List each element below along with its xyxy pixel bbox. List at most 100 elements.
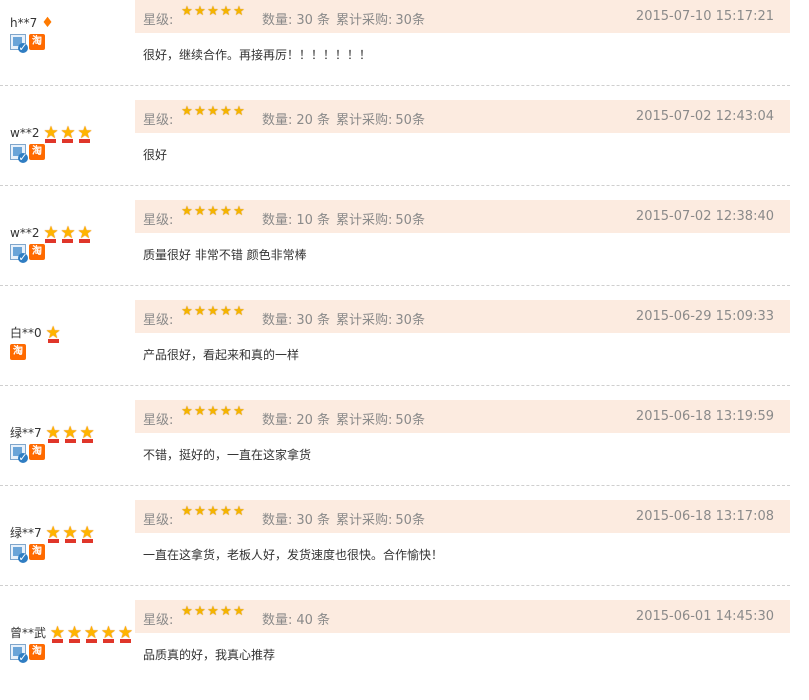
reviewer-badges: 淘 bbox=[10, 644, 135, 663]
star-rating-label: 星级: bbox=[143, 413, 174, 428]
quantity-unit: 条 bbox=[316, 313, 330, 328]
reviewer-name-row: 白**0 ★ bbox=[10, 323, 135, 343]
review-divider bbox=[0, 485, 790, 486]
credit-rank-icons: ★ ★ ★ ★ ★ bbox=[49, 622, 134, 643]
star-rating-label: 星级: bbox=[143, 13, 174, 28]
tao-icon[interactable]: 淘 bbox=[10, 344, 26, 360]
star-rating: ★ ★ ★ ★ ★ bbox=[181, 104, 246, 119]
rating-star-icon: ★ bbox=[207, 104, 219, 119]
reviewer-name[interactable]: h**7 bbox=[10, 13, 37, 33]
cumulative-value: 50 bbox=[395, 513, 412, 528]
tao-icon[interactable]: 淘 bbox=[29, 244, 45, 260]
verify-icon[interactable] bbox=[10, 144, 28, 163]
cumulative-value: 50 bbox=[395, 213, 412, 228]
reviewer-name[interactable]: w**2 bbox=[10, 123, 39, 143]
reviewer-name[interactable]: w**2 bbox=[10, 223, 39, 243]
star-rating-label: 星级: bbox=[143, 113, 174, 128]
star-rating: ★ ★ ★ ★ ★ bbox=[181, 204, 246, 219]
review-content: 产品很好，看起来和真的一样 bbox=[143, 348, 300, 362]
reviewer-info: w**2★★★淘 bbox=[10, 222, 135, 263]
quantity-label: 数量: bbox=[262, 213, 293, 228]
verify-icon[interactable] bbox=[10, 644, 28, 663]
review-timestamp: 2015-06-18 13:19:59 bbox=[635, 409, 774, 424]
quantity-info: 数量: 20 条 bbox=[262, 409, 330, 428]
quantity-label: 数量: bbox=[262, 113, 293, 128]
star-rating: ★ ★ ★ ★ ★ bbox=[181, 604, 246, 619]
reviewer-info: w**2★★★淘 bbox=[10, 123, 135, 163]
reviewer-name[interactable]: 曾**武 bbox=[10, 623, 46, 643]
tao-icon[interactable]: 淘 bbox=[29, 544, 45, 560]
quantity-label: 数量: bbox=[262, 13, 293, 28]
review-meta-bar: 星级: ★ ★ ★ ★ ★ 数量: 20 条累计采购: 50条 2015-07-02 12:43:0… bbox=[135, 100, 790, 133]
diamond-icon: ♦ bbox=[41, 15, 54, 31]
cumulative-value: 50 bbox=[395, 413, 412, 428]
tao-icon[interactable]: 淘 bbox=[29, 644, 45, 660]
rating-star-icon: ★ bbox=[181, 204, 193, 219]
quantity-unit: 条 bbox=[316, 613, 330, 628]
rating-star-icon: ★ bbox=[207, 4, 219, 19]
rating-star-icon: ★ bbox=[233, 304, 245, 319]
review-timestamp: 2015-06-29 15:09:33 bbox=[635, 309, 774, 324]
review-meta-bar: 星级: ★ ★ ★ ★ ★ 数量: 10 条累计采购: 50条 2015-07-02 12:38:4… bbox=[135, 200, 790, 233]
tao-icon[interactable]: 淘 bbox=[29, 144, 45, 160]
cumulative-label: 累计采购: bbox=[336, 513, 393, 528]
star-medal-icon: ★ bbox=[77, 222, 93, 243]
star-medal-icon: ★ bbox=[62, 422, 78, 443]
tao-icon[interactable]: 淘 bbox=[29, 444, 45, 460]
reviewer-badges: 淘 bbox=[10, 34, 135, 53]
cumulative-label: 累计采购: bbox=[336, 13, 393, 28]
reviewer-name[interactable]: 绿**7 bbox=[10, 423, 42, 443]
quantity-info: 数量: 30 条 bbox=[262, 309, 330, 328]
rating-star-icon: ★ bbox=[194, 204, 206, 219]
cumulative-unit: 条 bbox=[411, 313, 425, 328]
reviewer-name[interactable]: 白**0 bbox=[10, 323, 42, 343]
reviewer-badges: 淘 bbox=[10, 244, 135, 263]
rating-star-icon: ★ bbox=[194, 304, 206, 319]
verify-icon[interactable] bbox=[10, 544, 28, 563]
verify-icon[interactable] bbox=[10, 244, 28, 263]
review-timestamp: 2015-07-10 15:17:21 bbox=[635, 9, 774, 24]
verify-icon[interactable] bbox=[10, 444, 28, 463]
cumulative-unit: 条 bbox=[411, 213, 425, 228]
reviewer-badges: 淘 bbox=[10, 444, 135, 463]
rating-star-icon: ★ bbox=[207, 504, 219, 519]
rating-star-icon: ★ bbox=[220, 604, 232, 619]
rating-star-icon: ★ bbox=[233, 504, 245, 519]
credit-rank-icons: ★ ★ ★ bbox=[42, 124, 93, 143]
reviewer-info: 曾**武★★★★★淘 bbox=[10, 622, 135, 663]
rating-star-icon: ★ bbox=[194, 104, 206, 119]
star-rating-label: 星级: bbox=[143, 613, 174, 628]
star-medal-icon: ★ bbox=[45, 322, 61, 343]
star-rating-label: 星级: bbox=[143, 213, 174, 228]
review-divider bbox=[0, 185, 790, 186]
review-content: 不错，挺好的，一直在这家拿货 bbox=[143, 448, 312, 462]
quantity-label: 数量: bbox=[262, 313, 293, 328]
rating-star-icon: ★ bbox=[181, 104, 193, 119]
cumulative-purchase-info: 累计采购: 50条 bbox=[336, 409, 425, 428]
rating-star-icon: ★ bbox=[194, 404, 206, 419]
cumulative-value: 30 bbox=[395, 13, 412, 28]
quantity-info: 数量: 40 条 bbox=[262, 609, 330, 628]
reviewer-name[interactable]: 绿**7 bbox=[10, 523, 42, 543]
quantity-label: 数量: bbox=[262, 513, 293, 528]
verify-icon[interactable] bbox=[10, 34, 28, 53]
rating-star-icon: ★ bbox=[181, 604, 193, 619]
quantity-value: 20 bbox=[296, 113, 313, 128]
review-content: 很好，继续合作。再接再厉！！！！！！！ bbox=[143, 48, 372, 62]
rating-star-icon: ★ bbox=[233, 604, 245, 619]
review-item: 绿**7★★★淘星级:★★★★★数量:20条累计采购:50条2015-06-18… bbox=[0, 400, 809, 500]
star-medal-icon: ★ bbox=[117, 622, 134, 643]
quantity-info: 数量: 20 条 bbox=[262, 109, 330, 128]
rating-star-icon: ★ bbox=[233, 4, 245, 19]
rating-star-icon: ★ bbox=[207, 204, 219, 219]
rating-star-icon: ★ bbox=[220, 4, 232, 19]
review-item: w**2★★★淘星级:★★★★★数量:20条累计采购:50条2015-07-02… bbox=[0, 100, 809, 200]
cumulative-purchase-info: 累计采购: 50条 bbox=[336, 509, 425, 528]
cumulative-label: 累计采购: bbox=[336, 213, 393, 228]
quantity-unit: 条 bbox=[316, 513, 330, 528]
star-medal-icon: ★ bbox=[60, 222, 76, 243]
tao-icon[interactable]: 淘 bbox=[29, 34, 45, 50]
rating-star-icon: ★ bbox=[220, 104, 232, 119]
star-medal-icon: ★ bbox=[83, 622, 100, 643]
reviewer-info: h**7♦ 淘 bbox=[10, 13, 135, 53]
